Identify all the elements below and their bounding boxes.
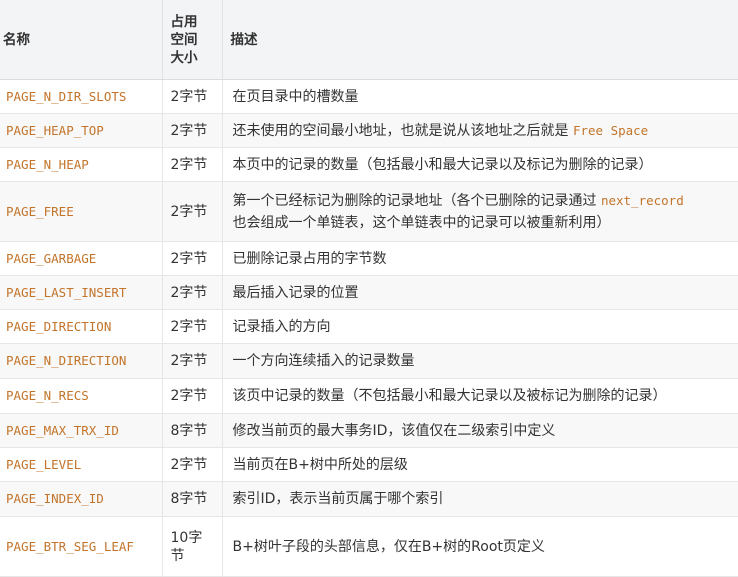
field-desc: 本页中的记录的数量（包括最小和最大记录以及标记为删除的记录） [222,147,738,182]
field-name: PAGE_HEAP_TOP [0,113,163,148]
table-row: PAGE_HEAP_TOP 2字节 还未使用的空间最小地址，也就是说从该地址之后… [0,113,738,148]
field-name: PAGE_INDEX_ID [0,481,163,517]
table-row: PAGE_N_RECS 2字节 该页中记录的数量（不包括最小和最大记录以及被标记… [0,378,738,414]
field-size: 10字 节 [162,516,223,577]
field-desc: 当前页在B+树中所处的层级 [222,447,738,482]
table-row: PAGE_N_HEAP 2字节 本页中的记录的数量（包括最小和最大记录以及标记为… [0,147,738,182]
desc-text-continued: 也会组成一个单链表，这个单链表中的记录可以被重新利用） [232,214,611,231]
field-desc: 最后插入记录的位置 [222,275,738,310]
field-name: PAGE_N_DIR_SLOTS [0,79,163,114]
desc-text: 还未使用的空间最小地址，也就是说从该地址之后就是 [232,122,569,139]
field-name: PAGE_N_DIRECTION [0,343,163,379]
desc-code: Free Space [572,122,649,138]
table-row: PAGE_DIRECTION 2字节 记录插入的方向 [0,309,738,344]
table-row: PAGE_N_DIR_SLOTS 2字节 在页目录中的槽数量 [0,79,738,114]
desc-code: next_record [600,192,684,208]
table-row: PAGE_GARBAGE 2字节 已删除记录占用的字节数 [0,241,738,276]
field-name: PAGE_MAX_TRX_ID [0,413,163,448]
table-row: PAGE_LAST_INSERT 2字节 最后插入记录的位置 [0,275,738,310]
field-desc: 索引ID，表示当前页属于哪个索引 [222,481,738,517]
field-name: PAGE_DIRECTION [0,309,163,344]
desc-text: 第一个已经标记为删除的记录地址（各个已删除的记录通过 [232,192,597,209]
field-size: 8字节 [162,481,223,517]
field-name: PAGE_LAST_INSERT [0,275,163,310]
field-size: 2字节 [162,343,223,379]
header-size-line3: 大小 [170,49,198,66]
page-header-fields-table: 名称 占用 空间 大小 描述 PAGE_N_DIR_SLOTS 2字节 在页目录… [0,0,738,577]
table-row: PAGE_LEVEL 2字节 当前页在B+树中所处的层级 [0,447,738,482]
field-size: 2字节 [162,241,223,276]
field-size: 2字节 [162,447,223,482]
field-desc: 已删除记录占用的字节数 [222,241,738,276]
field-name: PAGE_FREE [0,181,163,242]
field-size: 2字节 [162,275,223,310]
field-size: 2字节 [162,378,223,414]
field-desc: 修改当前页的最大事务ID，该值仅在二级索引中定义 [222,413,738,448]
table-row: PAGE_N_DIRECTION 2字节 一个方向连续插入的记录数量 [0,343,738,379]
header-size: 占用 空间 大小 [162,0,223,80]
header-desc: 描述 [222,0,738,80]
field-size: 2字节 [162,309,223,344]
field-size: 2字节 [162,181,223,242]
field-name: PAGE_BTR_SEG_LEAF [0,516,163,577]
field-size: 2字节 [162,147,223,182]
field-desc: 第一个已经标记为删除的记录地址（各个已删除的记录通过 next_record 也会… [222,181,738,242]
field-name: PAGE_GARBAGE [0,241,163,276]
table-header-row: 名称 占用 空间 大小 描述 [0,0,738,80]
field-size-line1: 10字 [170,529,203,546]
field-desc: 还未使用的空间最小地址，也就是说从该地址之后就是 Free Space [222,113,738,148]
header-size-line2: 空间 [170,31,198,48]
field-size: 2字节 [162,113,223,148]
field-size: 8字节 [162,413,223,448]
field-desc: 该页中记录的数量（不包括最小和最大记录以及被标记为删除的记录） [222,378,738,414]
field-name: PAGE_N_RECS [0,378,163,414]
field-name: PAGE_LEVEL [0,447,163,482]
field-size: 2字节 [162,79,223,114]
header-name: 名称 [0,0,163,80]
field-desc: 记录插入的方向 [222,309,738,344]
field-desc: B+树叶子段的头部信息，仅在B+树的Root页定义 [222,516,738,577]
table-row: PAGE_BTR_SEG_LEAF 10字 节 B+树叶子段的头部信息，仅在B+… [0,516,738,577]
field-desc: 一个方向连续插入的记录数量 [222,343,738,379]
header-size-line1: 占用 [170,13,198,30]
table-row: PAGE_INDEX_ID 8字节 索引ID，表示当前页属于哪个索引 [0,481,738,517]
field-size-line2: 节 [170,547,185,564]
field-name: PAGE_N_HEAP [0,147,163,182]
table-row: PAGE_MAX_TRX_ID 8字节 修改当前页的最大事务ID，该值仅在二级索… [0,413,738,448]
field-desc: 在页目录中的槽数量 [222,79,738,114]
table-row: PAGE_FREE 2字节 第一个已经标记为删除的记录地址（各个已删除的记录通过… [0,181,738,242]
